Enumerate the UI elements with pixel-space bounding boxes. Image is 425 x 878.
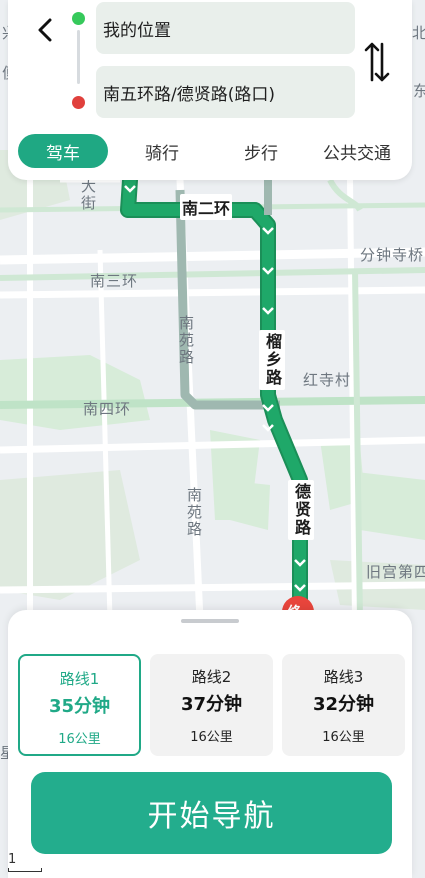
tab-public-transit[interactable]: 公共交通 — [306, 134, 408, 168]
destination-field-value: 南五环路/德贤路(路口) — [103, 84, 275, 105]
tab-driving-label: 驾车 — [46, 143, 80, 164]
map-label-jiu-gong: 旧宫第四 — [366, 563, 425, 581]
route-option-1-distance: 16公里 — [58, 732, 101, 747]
map-scale-bar — [8, 868, 42, 872]
tab-cycling-label: 骑行 — [145, 143, 179, 164]
route-option-2-distance: 16公里 — [190, 730, 233, 745]
travel-mode-tabs: 驾车 骑行 步行 公共交通 — [18, 134, 408, 168]
map-scale-label: 1 — [8, 852, 17, 867]
map-label-daxie: 大街 — [79, 178, 97, 212]
start-navigation-button[interactable]: 开始导航 — [31, 772, 392, 854]
tab-walking-label: 步行 — [244, 143, 278, 164]
map-label-fen-zhong-si: 分钟寺桥 — [360, 246, 425, 264]
map-label-bei: 北 — [412, 24, 425, 42]
map-label-nan-san-huan: 南三环 — [90, 272, 139, 290]
route-option-1[interactable]: 路线1 35分钟 16公里 — [18, 654, 141, 756]
route-option-3-time: 32分钟 — [312, 694, 375, 715]
map-label-hong-si-cun: 红寺村 — [303, 371, 352, 389]
route-options-sheet: 路线1 35分钟 16公里 路线2 37分钟 16公里 路线3 32分钟 16公… — [8, 610, 412, 878]
start-navigation-label: 开始导航 — [147, 799, 276, 834]
route-option-2-name: 路线2 — [191, 668, 232, 686]
route-option-2-time: 37分钟 — [180, 694, 243, 715]
map-label-nan-si-huan: 南四环 — [83, 400, 132, 418]
swap-arrows-icon — [364, 42, 390, 82]
sheet-drag-handle[interactable] — [181, 619, 239, 623]
tab-cycling[interactable]: 骑行 — [108, 134, 216, 168]
tab-walking[interactable]: 步行 — [216, 134, 306, 168]
route-search-panel: 我的位置 南五环路/德贤路(路口) 驾车 骑行 步行 公共交通 — [8, 0, 412, 180]
back-button[interactable] — [28, 12, 64, 48]
route-option-3-name: 路线3 — [323, 668, 364, 686]
route-label-de-xian-lu: 德贤路 — [288, 480, 314, 540]
back-arrow-icon — [38, 18, 52, 42]
origin-field[interactable]: 我的位置 — [96, 2, 355, 54]
tab-public-transit-label: 公共交通 — [323, 143, 391, 164]
route-label-nan-er-huan: 南二环 — [180, 194, 233, 220]
route-option-2[interactable]: 路线2 37分钟 16公里 — [150, 654, 273, 756]
route-connector-line — [77, 30, 80, 84]
map-label-nanyuan-lu-2: 南苑路 — [185, 487, 203, 538]
route-option-1-time: 35分钟 — [48, 696, 111, 717]
tab-driving[interactable]: 驾车 — [18, 134, 108, 168]
route-label-liu-xiang-lu: 榴乡路 — [259, 330, 285, 390]
start-point-dot-icon — [72, 12, 85, 25]
map-label-nanyuan-lu-1: 南苑路 — [177, 315, 195, 366]
swap-locations-button[interactable] — [360, 38, 394, 86]
origin-field-value: 我的位置 — [103, 20, 171, 41]
route-option-3[interactable]: 路线3 32分钟 16公里 — [282, 654, 405, 756]
destination-field[interactable]: 南五环路/德贤路(路口) — [96, 66, 355, 118]
map-label-dong: 东 — [413, 82, 425, 100]
route-option-3-distance: 16公里 — [322, 730, 365, 745]
route-option-1-name: 路线1 — [59, 670, 100, 688]
end-point-dot-icon — [72, 96, 85, 109]
